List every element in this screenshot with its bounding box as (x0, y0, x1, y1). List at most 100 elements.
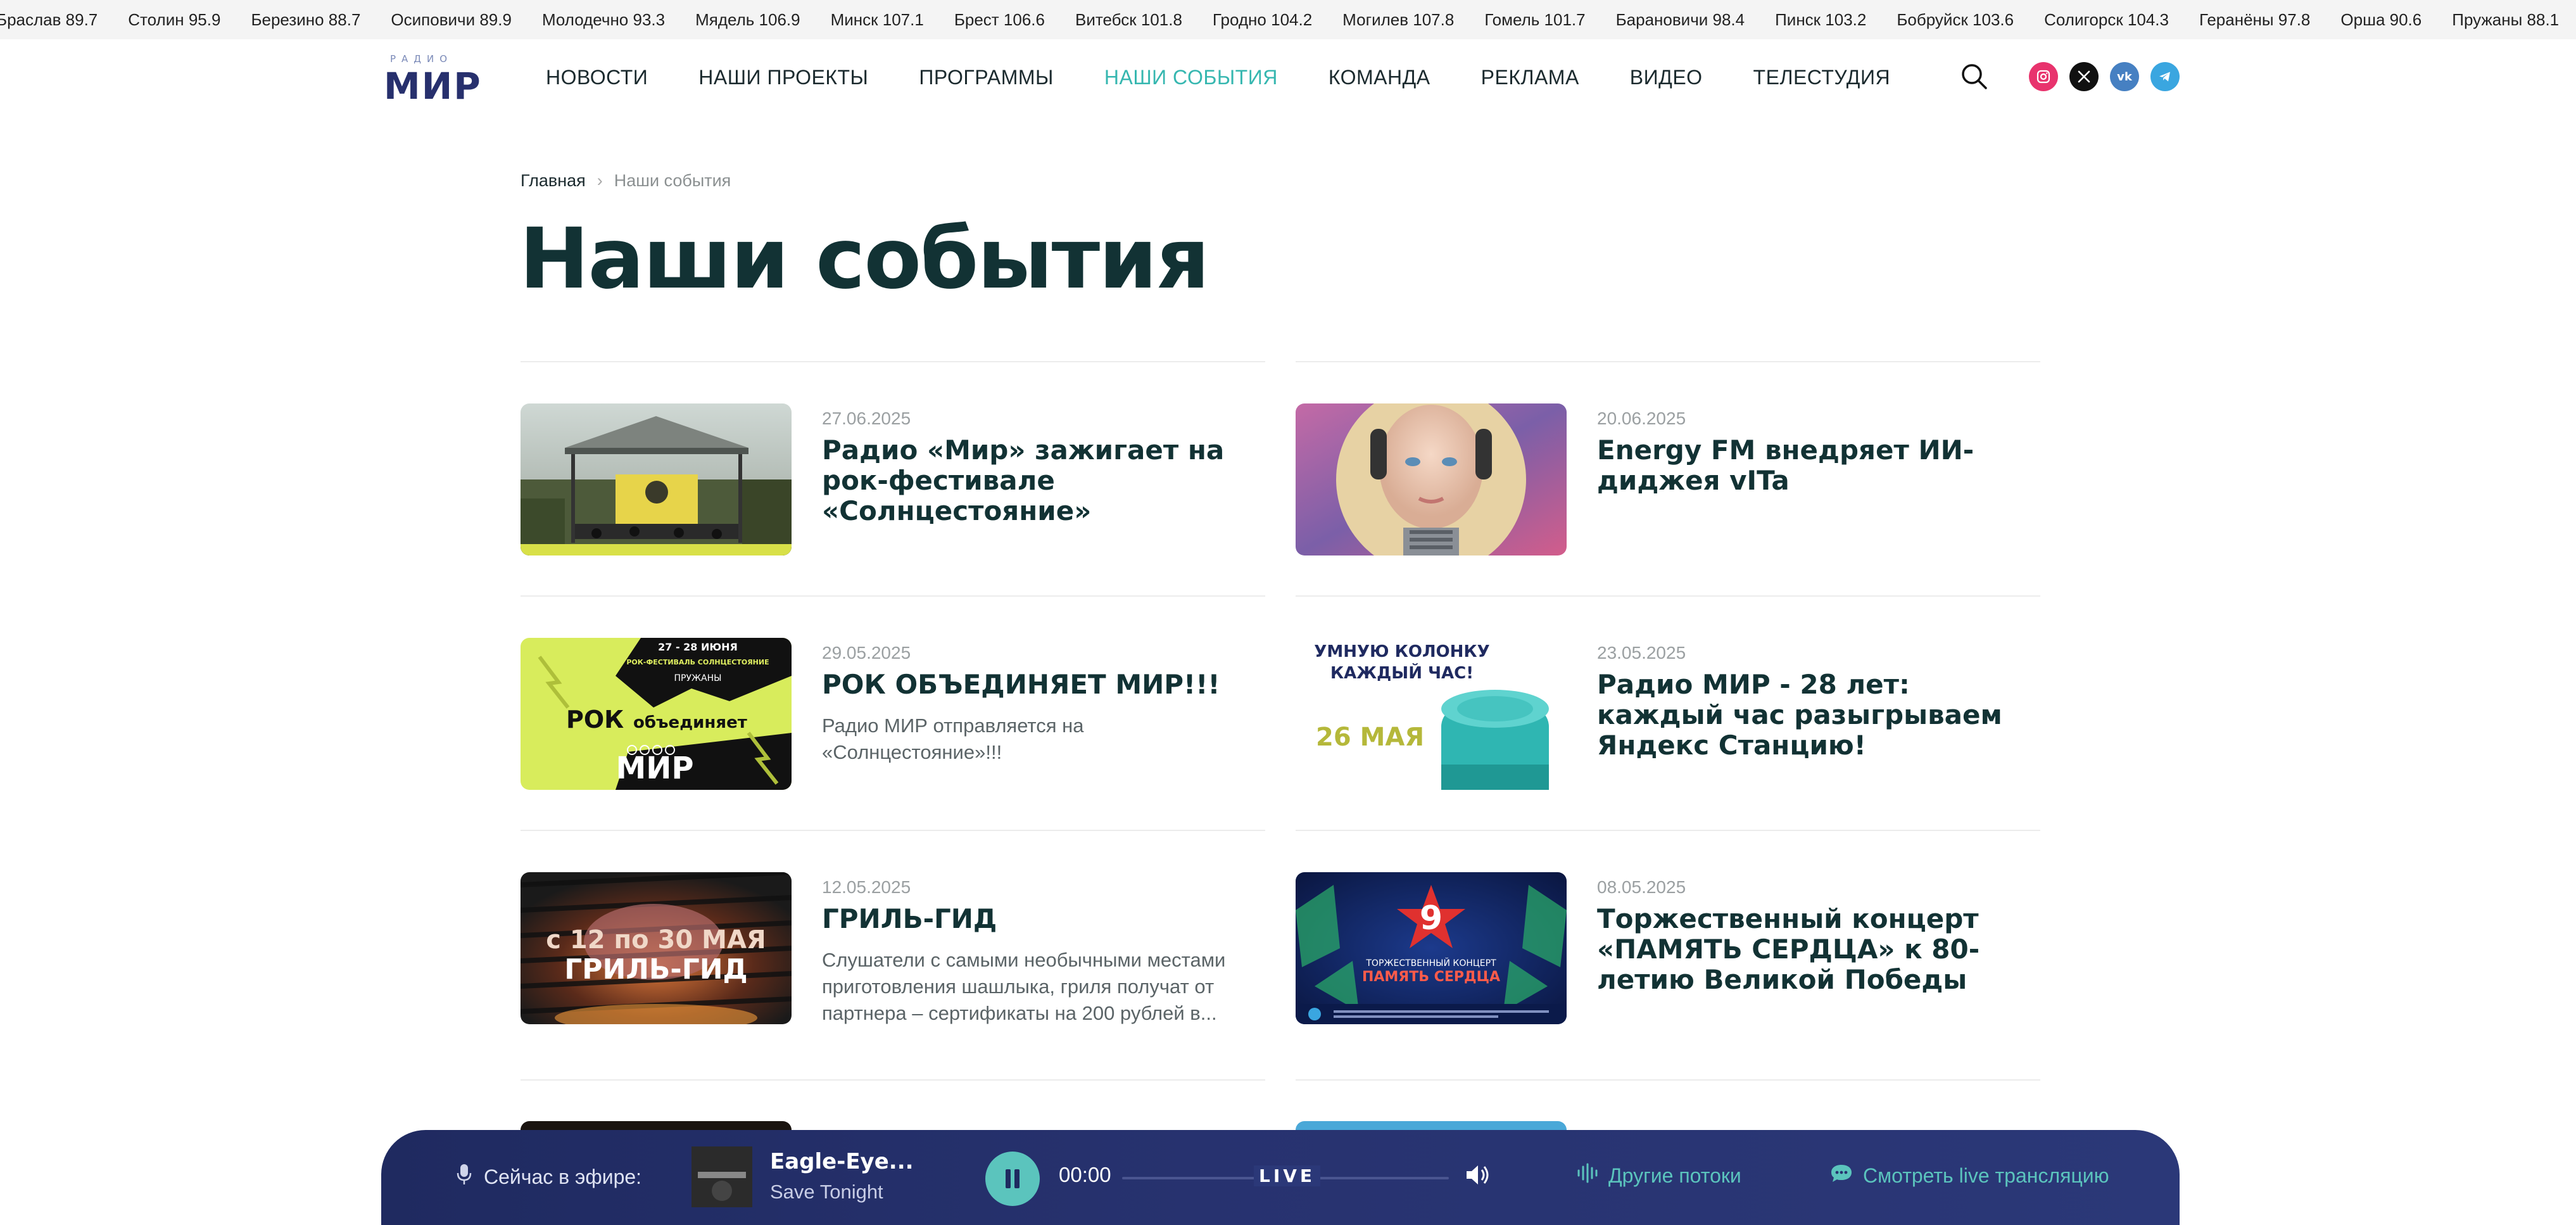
event-date: 27.06.2025 (822, 409, 911, 428)
ticker-station: Браслав 89.7 (0, 10, 98, 29)
track-artist: Eagle-Eye... (770, 1149, 914, 1174)
ticker-station: Гомель 101.7 (1484, 10, 1586, 29)
nav-item-1[interactable]: НОВОСТИ (546, 66, 648, 89)
ticker-station: Витебск 101.8 (1075, 10, 1182, 29)
poster-main-word: РОК (566, 706, 624, 733)
playback-time: 00:00 (1059, 1163, 1111, 1186)
telegram-icon[interactable] (2150, 62, 2180, 91)
event-card[interactable]: 27 - 28 ИЮНЯ РОК-ФЕСТИВАЛЬ СОЛНЦЕСТОЯНИЕ… (521, 638, 1268, 796)
ticker-station: Геранёны 97.8 (2199, 10, 2311, 29)
ticker-station: Орша 90.6 (2340, 10, 2422, 29)
site-header: РАДИО МИР НОВОСТИ НАШИ ПРОЕКТЫ ПРОГРАММЫ НА… (0, 39, 2576, 122)
other-streams-button[interactable]: Другие потоки (1577, 1163, 1741, 1188)
grill-promo-title: ГРИЛЬ-ГИД (564, 953, 748, 986)
ticker-station: Осиповичи 89.9 (391, 10, 512, 29)
event-date: 23.05.2025 (1597, 643, 1686, 663)
event-title[interactable]: Торжественный концерт «ПАМЯТЬ СЕРДЦА» к … (1597, 904, 2040, 995)
other-streams-label: Другие потоки (1608, 1164, 1741, 1187)
ticker-station: Могилев 107.8 (1342, 10, 1455, 29)
track-cover (691, 1146, 752, 1207)
speaker-promo-line2: КАЖДЫЙ ЧАС! (1330, 663, 1474, 683)
main-nav: НОВОСТИ НАШИ ПРОЕКТЫ ПРОГРАММЫ НАШИ СОБЫТИЯ… (546, 66, 1941, 89)
breadcrumb-home-link[interactable]: Главная (521, 171, 586, 191)
nav-item-8[interactable]: ТЕЛЕСТУДИЯ (1753, 66, 1891, 89)
nav-item-5[interactable]: КОМАНДА (1329, 66, 1430, 89)
watch-live-label: Смотреть live трансляцию (1863, 1164, 2109, 1187)
event-thumbnail-rock-poster[interactable]: 27 - 28 ИЮНЯ РОК-ФЕСТИВАЛЬ СОЛНЦЕСТОЯНИЕ… (521, 638, 792, 790)
event-card[interactable]: 27.06.2025 Радио «Мир» зажигает на рок-ф… (521, 403, 1268, 562)
concert-number: 9 (1420, 899, 1443, 937)
ticker-station: Гродно 104.2 (1212, 10, 1313, 29)
row-divider (521, 361, 1265, 362)
track-title: Save Tonight (770, 1181, 883, 1203)
volume-icon[interactable] (1463, 1160, 1492, 1190)
audio-wave-icon (1577, 1163, 1598, 1188)
vk-icon[interactable]: vk (2110, 62, 2139, 91)
event-thumbnail-ai-dj[interactable] (1296, 403, 1567, 555)
ticker-station: Молодечно 93.3 (541, 10, 666, 29)
event-thumbnail-grill[interactable]: с 12 по 30 МАЯ ГРИЛЬ-ГИД (521, 872, 792, 1024)
event-title[interactable]: Радио «Мир» зажигает на рок-фестивале «С… (822, 435, 1265, 526)
page-title: Наши события (519, 210, 1209, 308)
breadcrumb-current: Наши события (614, 171, 731, 190)
ticker-station: Пинск 103.2 (1775, 10, 1867, 29)
event-card[interactable]: УМНУЮ КОЛОНКУ КАЖДЫЙ ЧАС! 26 МАЯ 23.05.2… (1296, 638, 2043, 796)
concert-promo-line2: ПАМЯТЬ СЕРДЦА (1362, 969, 1500, 985)
concert-promo-line1: ТОРЖЕСТВЕННЫЙ КОНЦЕРТ (1365, 957, 1496, 968)
on-air-label: Сейчас в эфире: (484, 1165, 642, 1188)
speaker-promo-line1: УМНУЮ КОЛОНКУ (1314, 642, 1489, 661)
event-title[interactable]: РОК ОБЪЕДИНЯЕТ МИР!!! (822, 670, 1265, 700)
pause-button[interactable] (985, 1152, 1040, 1206)
ticker-station: Барановичи 98.4 (1615, 10, 1745, 29)
logo[interactable]: РАДИО МИР (384, 53, 481, 110)
nav-item-4[interactable]: НАШИ СОБЫТИЯ (1104, 66, 1278, 89)
speaker-promo-date: 26 МАЯ (1316, 723, 1424, 752)
event-card[interactable]: 20.06.2025 Energy FM внедряет ИИ-диджея … (1296, 403, 2043, 562)
logo-small-text: РАДИО (390, 53, 453, 65)
grill-promo-dates: с 12 по 30 МАЯ (546, 925, 766, 955)
event-title[interactable]: Energy FM внедряет ИИ-диджея vITa (1597, 435, 2040, 496)
ticker-station: Мядель 106.9 (695, 10, 800, 29)
search-icon[interactable] (1960, 62, 1988, 90)
ticker-station: Пружаны 88.1 (2452, 10, 2560, 29)
radio-player: Сейчас в эфире: Eagle-Eye... Save Tonigh… (381, 1130, 2180, 1225)
event-date: 12.05.2025 (822, 877, 911, 897)
poster-dates: 27 - 28 ИЮНЯ (658, 641, 738, 653)
event-title[interactable]: ГРИЛЬ-ГИД (822, 904, 1265, 934)
event-date: 29.05.2025 (822, 643, 911, 663)
poster-main-word2: объединяет (633, 713, 747, 732)
stations-ticker: Браслав 89.7 Столин 95.9 Березино 88.7 Осип… (0, 0, 2576, 39)
breadcrumb: Главная › Наши события (521, 171, 731, 191)
logo-big-text: МИР (384, 65, 482, 108)
nav-item-7[interactable]: ВИДЕО (1630, 66, 1703, 89)
row-divider (521, 1079, 1265, 1081)
nav-item-2[interactable]: НАШИ ПРОЕКТЫ (698, 66, 868, 89)
poster-festival: РОК-ФЕСТИВАЛЬ СОЛНЦЕСТОЯНИЕ (626, 658, 769, 666)
event-description: Радио МИР отправляется на «Солнцестояние… (822, 714, 1084, 763)
ticker-station: Березино 88.7 (251, 10, 361, 29)
instagram-icon[interactable] (2029, 62, 2058, 91)
event-card[interactable]: 9 ТОРЖЕСТВЕННЫЙ КОНЦЕРТ ПАМЯТЬ СЕРДЦА 08… (1296, 872, 2043, 1031)
event-thumbnail-smart-speaker[interactable]: УМНУЮ КОЛОНКУ КАЖДЫЙ ЧАС! 26 МАЯ (1296, 638, 1567, 790)
on-air-label-group: Сейчас в эфире: (456, 1163, 641, 1191)
row-divider (1296, 830, 2040, 831)
ticker-track: Браслав 89.7 Столин 95.9 Березино 88.7 Осип… (0, 10, 2576, 30)
event-thumbnail-concert[interactable]: 9 ТОРЖЕСТВЕННЫЙ КОНЦЕРТ ПАМЯТЬ СЕРДЦА (1296, 872, 1567, 1024)
live-badge: LIVE (1254, 1165, 1321, 1186)
event-date: 08.05.2025 (1597, 877, 1686, 897)
event-title[interactable]: Радио МИР - 28 лет: каждый час разыгрыва… (1597, 670, 2040, 761)
event-date: 20.06.2025 (1597, 409, 1686, 428)
event-thumbnail-stage[interactable] (521, 403, 792, 555)
watch-live-button[interactable]: Смотреть live трансляцию (1830, 1163, 2109, 1188)
microphone-icon (456, 1163, 472, 1191)
row-divider (521, 830, 1265, 831)
event-card[interactable]: с 12 по 30 МАЯ ГРИЛЬ-ГИД 12.05.2025 ГРИЛ… (521, 872, 1268, 1031)
event-description: Слушатели с самыми необычными местами пр… (822, 949, 1226, 1024)
x-twitter-icon[interactable] (2069, 62, 2099, 91)
row-divider (521, 595, 1265, 597)
ticker-station: Бобруйск 103.6 (1897, 10, 2014, 29)
nav-item-3[interactable]: ПРОГРАММЫ (919, 66, 1054, 89)
nav-item-6[interactable]: РЕКЛАМА (1481, 66, 1579, 89)
row-divider (1296, 361, 2040, 362)
row-divider (1296, 1079, 2040, 1081)
